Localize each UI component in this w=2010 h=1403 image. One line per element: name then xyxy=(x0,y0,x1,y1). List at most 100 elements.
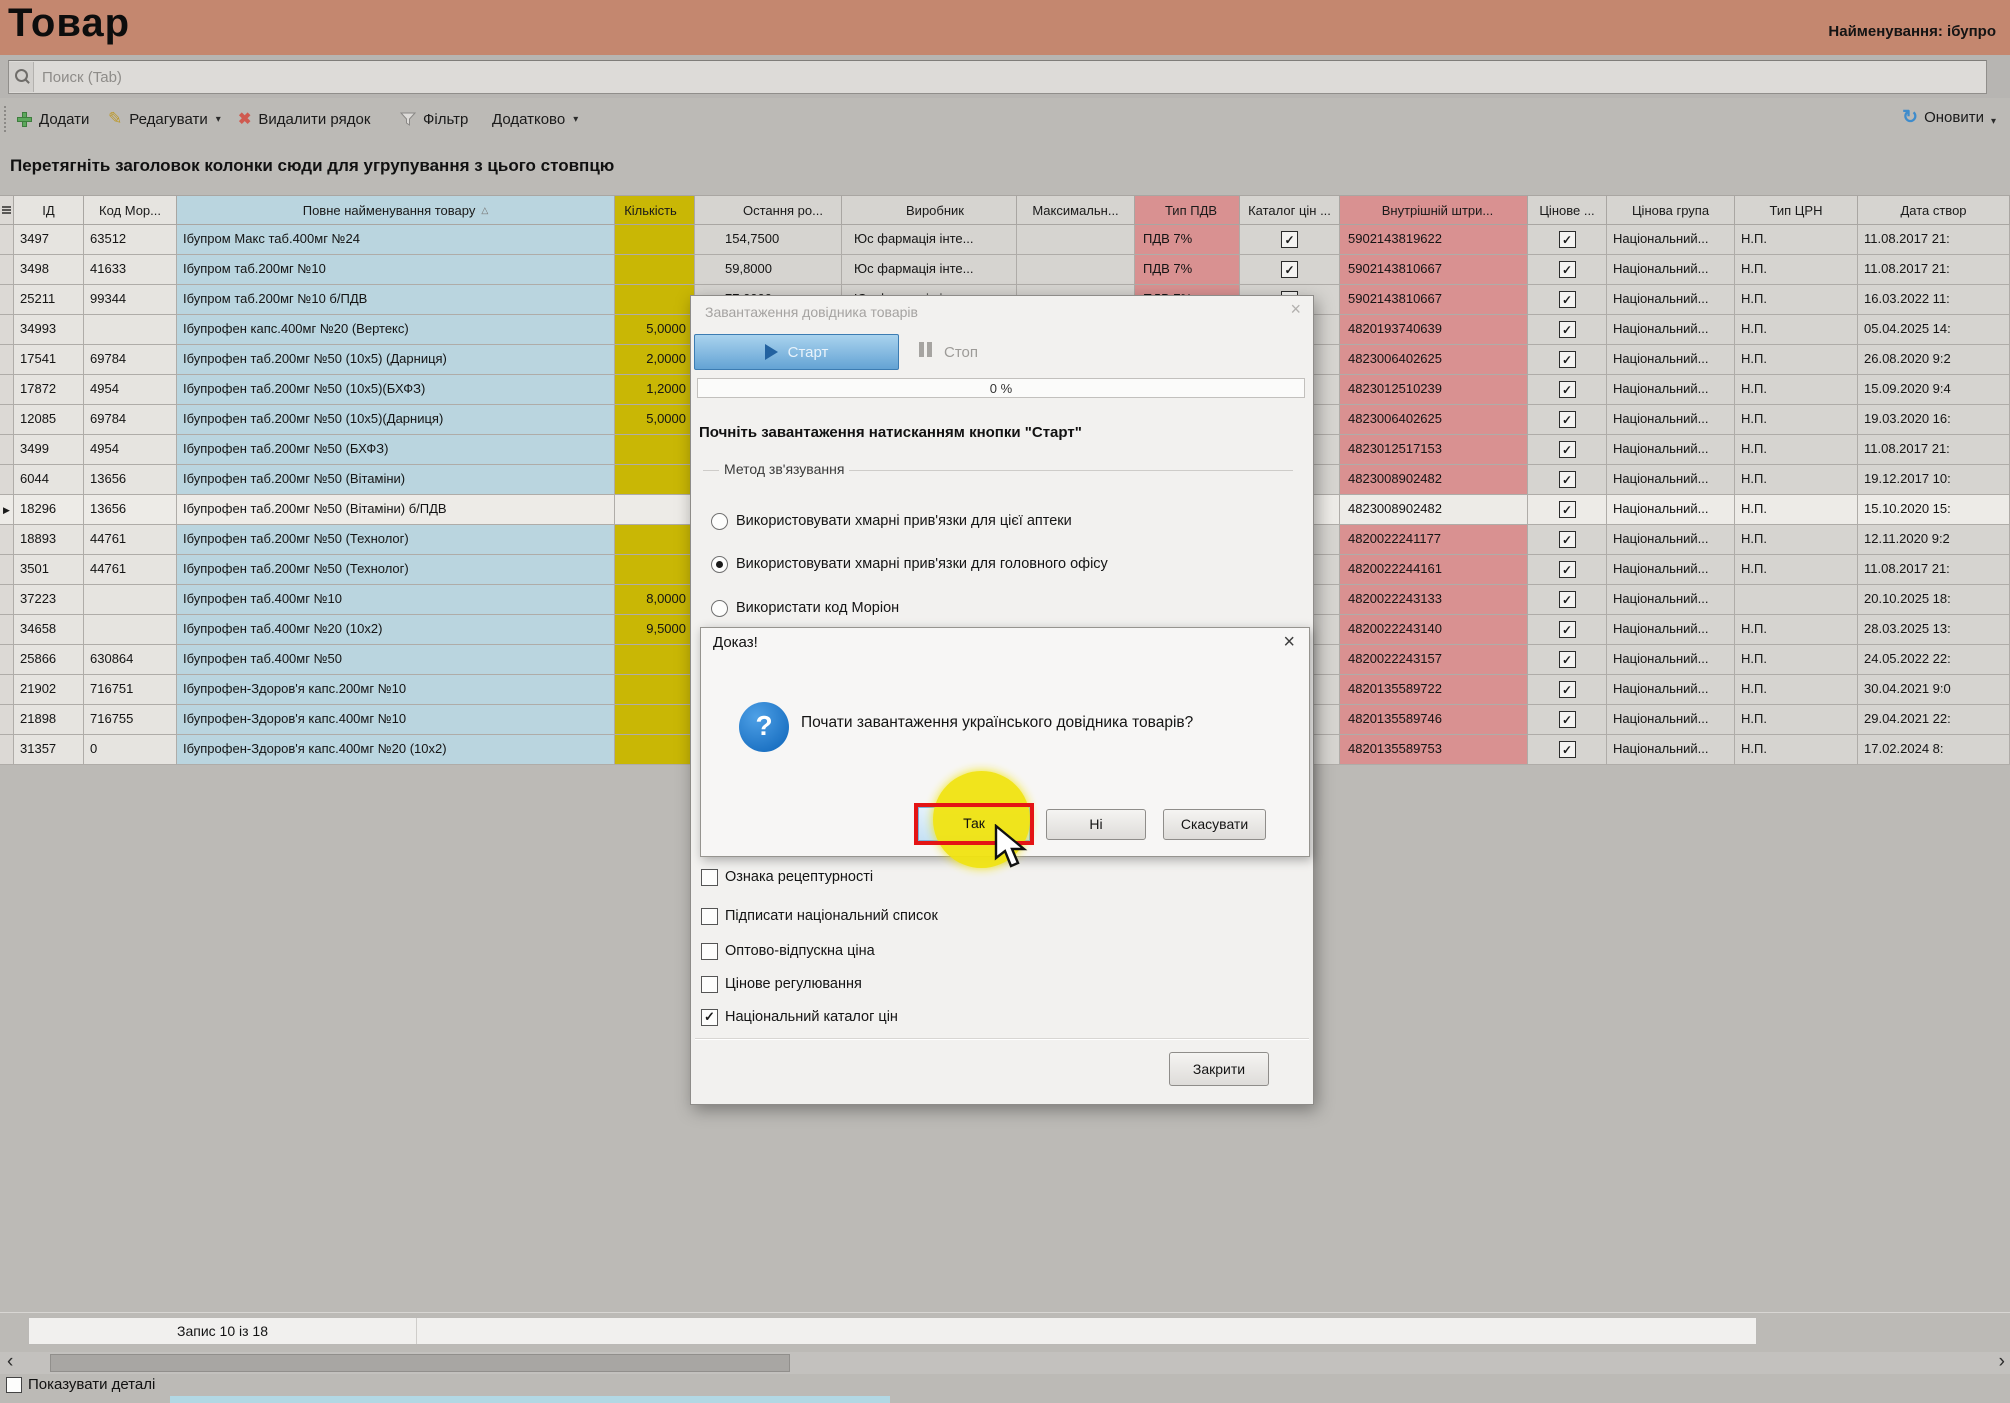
cell-vat[interactable]: ПДВ 7% xyxy=(1135,255,1240,285)
cell-qty[interactable] xyxy=(615,225,695,255)
no-button[interactable]: Ні xyxy=(1046,809,1146,840)
cell-bar[interactable]: 4823008902482 xyxy=(1340,465,1528,495)
cell-indicator[interactable] xyxy=(0,435,14,465)
cell-name[interactable]: Ібупрофен таб.200мг №50 (Технолог) xyxy=(177,555,615,585)
cell-code[interactable]: 69784 xyxy=(84,405,177,435)
cell-cat[interactable]: ✓ xyxy=(1240,225,1340,255)
cell-id[interactable]: 3501 xyxy=(14,555,84,585)
cell-id[interactable]: 21898 xyxy=(14,705,84,735)
cancel-button[interactable]: Скасувати xyxy=(1163,809,1266,840)
cell-grp[interactable]: Національний... xyxy=(1607,615,1735,645)
cell-name[interactable]: Ібупрофен капс.400мг №20 (Вертекс) xyxy=(177,315,615,345)
cell-bar[interactable]: 4820022244161 xyxy=(1340,555,1528,585)
cell-grp[interactable]: Національний... xyxy=(1607,345,1735,375)
cell-qty[interactable] xyxy=(615,525,695,555)
cell-name[interactable]: Ібупрофен таб.200мг №50 (10х5) (Дарниця) xyxy=(177,345,615,375)
cell-name[interactable]: Ібупрофен-Здоров'я капс.200мг №10 xyxy=(177,675,615,705)
cell-code[interactable] xyxy=(84,615,177,645)
cell-code[interactable]: 13656 xyxy=(84,495,177,525)
cell-price[interactable]: ✓ xyxy=(1528,405,1607,435)
cell-grp[interactable]: Національний... xyxy=(1607,525,1735,555)
dialog-checkbox-1[interactable]: Ознака рецептурності xyxy=(701,867,873,887)
cell-id[interactable]: 18296 xyxy=(14,495,84,525)
cell-price[interactable]: ✓ xyxy=(1528,735,1607,765)
cell-bar[interactable]: 5902143810667 xyxy=(1340,255,1528,285)
cell-date[interactable]: 19.03.2020 16: xyxy=(1858,405,2010,435)
cell-date[interactable]: 11.08.2017 21: xyxy=(1858,225,2010,255)
cell-indicator[interactable] xyxy=(0,285,14,315)
cell-grp[interactable]: Національний... xyxy=(1607,435,1735,465)
cell-date[interactable]: 15.10.2020 15: xyxy=(1858,495,2010,525)
cell-id[interactable]: 18893 xyxy=(14,525,84,555)
cell-price[interactable]: ✓ xyxy=(1528,465,1607,495)
cell-bar[interactable]: 4820135589722 xyxy=(1340,675,1528,705)
cell-qty[interactable]: 8,0000 xyxy=(615,585,695,615)
cell-price[interactable]: ✓ xyxy=(1528,585,1607,615)
cell-crn[interactable]: Н.П. xyxy=(1735,645,1858,675)
cell-code[interactable]: 41633 xyxy=(84,255,177,285)
cell-bar[interactable]: 4820022241177 xyxy=(1340,525,1528,555)
cell-code[interactable]: 630864 xyxy=(84,645,177,675)
cell-date[interactable]: 19.12.2017 10: xyxy=(1858,465,2010,495)
cell-date[interactable]: 26.08.2020 9:2 xyxy=(1858,345,2010,375)
cell-bar[interactable]: 4823006402625 xyxy=(1340,405,1528,435)
column-header-id[interactable]: ІД xyxy=(14,195,84,225)
cell-date[interactable]: 11.08.2017 21: xyxy=(1858,255,2010,285)
column-header-max[interactable]: Максимальн... xyxy=(1017,195,1135,225)
column-header-qty[interactable]: Кількість xyxy=(615,195,695,225)
cell-qty[interactable] xyxy=(615,705,695,735)
cell-price[interactable]: ✓ xyxy=(1528,645,1607,675)
cell-code[interactable] xyxy=(84,315,177,345)
cell-indicator[interactable] xyxy=(0,405,14,435)
cell-crn[interactable]: Н.П. xyxy=(1735,615,1858,645)
cell-crn[interactable]: Н.П. xyxy=(1735,345,1858,375)
cell-bar[interactable]: 4823008902482 xyxy=(1340,495,1528,525)
table-row[interactable]: 349763512Ібупром Макс таб.400мг №24154,7… xyxy=(0,225,2010,255)
cell-id[interactable]: 3499 xyxy=(14,435,84,465)
cell-code[interactable]: 63512 xyxy=(84,225,177,255)
cell-qty[interactable] xyxy=(615,285,695,315)
cell-id[interactable]: 25211 xyxy=(14,285,84,315)
cell-price[interactable]: ✓ xyxy=(1528,615,1607,645)
cell-qty[interactable] xyxy=(615,675,695,705)
search-box[interactable] xyxy=(8,60,1987,94)
cell-id[interactable]: 31357 xyxy=(14,735,84,765)
cell-bar[interactable]: 4820022243133 xyxy=(1340,585,1528,615)
cell-qty[interactable]: 1,2000 xyxy=(615,375,695,405)
cell-name[interactable]: Ібупром таб.200мг №10 б/ПДВ xyxy=(177,285,615,315)
close-button[interactable]: Закрити xyxy=(1169,1052,1269,1086)
dialog-checkbox-3[interactable]: Оптово-відпускна ціна xyxy=(701,941,875,961)
cell-crn[interactable]: Н.П. xyxy=(1735,555,1858,585)
cell-qty[interactable]: 5,0000 xyxy=(615,405,695,435)
cell-name[interactable]: Ібупром таб.200мг №10 xyxy=(177,255,615,285)
radio-method-option-1[interactable]: Використовувати хмарні прив'язки для ціє… xyxy=(711,511,1072,531)
cell-qty[interactable] xyxy=(615,465,695,495)
cell-code[interactable]: 44761 xyxy=(84,555,177,585)
cell-grp[interactable]: Національний... xyxy=(1607,735,1735,765)
scroll-left-icon[interactable]: ‹ xyxy=(7,1350,13,1374)
cell-bar[interactable]: 4820193740639 xyxy=(1340,315,1528,345)
table-row[interactable]: 349841633Ібупром таб.200мг №1059,8000Юс … xyxy=(0,255,2010,285)
cell-id[interactable]: 3498 xyxy=(14,255,84,285)
cell-price[interactable]: ✓ xyxy=(1528,435,1607,465)
column-header-name[interactable]: Повне найменування товару△ xyxy=(177,195,615,225)
scrollbar-thumb[interactable] xyxy=(50,1354,790,1372)
cell-price[interactable]: ✓ xyxy=(1528,705,1607,735)
cell-crn[interactable]: Н.П. xyxy=(1735,525,1858,555)
cell-date[interactable]: 16.03.2022 11: xyxy=(1858,285,2010,315)
cell-price[interactable]: ✓ xyxy=(1528,315,1607,345)
cell-name[interactable]: Ібупрофен таб.400мг №20 (10х2) xyxy=(177,615,615,645)
cell-bar[interactable]: 4820022243140 xyxy=(1340,615,1528,645)
cell-bar[interactable]: 4823012510239 xyxy=(1340,375,1528,405)
cell-crn[interactable]: Н.П. xyxy=(1735,255,1858,285)
cell-id[interactable]: 12085 xyxy=(14,405,84,435)
cell-date[interactable]: 15.09.2020 9:4 xyxy=(1858,375,2010,405)
cell-price[interactable]: ✓ xyxy=(1528,345,1607,375)
cell-crn[interactable]: Н.П. xyxy=(1735,315,1858,345)
scroll-right-icon[interactable]: › xyxy=(1999,1350,2005,1374)
cell-code[interactable]: 69784 xyxy=(84,345,177,375)
cell-id[interactable]: 34993 xyxy=(14,315,84,345)
column-header-indicator[interactable] xyxy=(0,195,14,225)
cell-name[interactable]: Ібупрофен таб.200мг №50 (Технолог) xyxy=(177,525,615,555)
cell-qty[interactable] xyxy=(615,735,695,765)
